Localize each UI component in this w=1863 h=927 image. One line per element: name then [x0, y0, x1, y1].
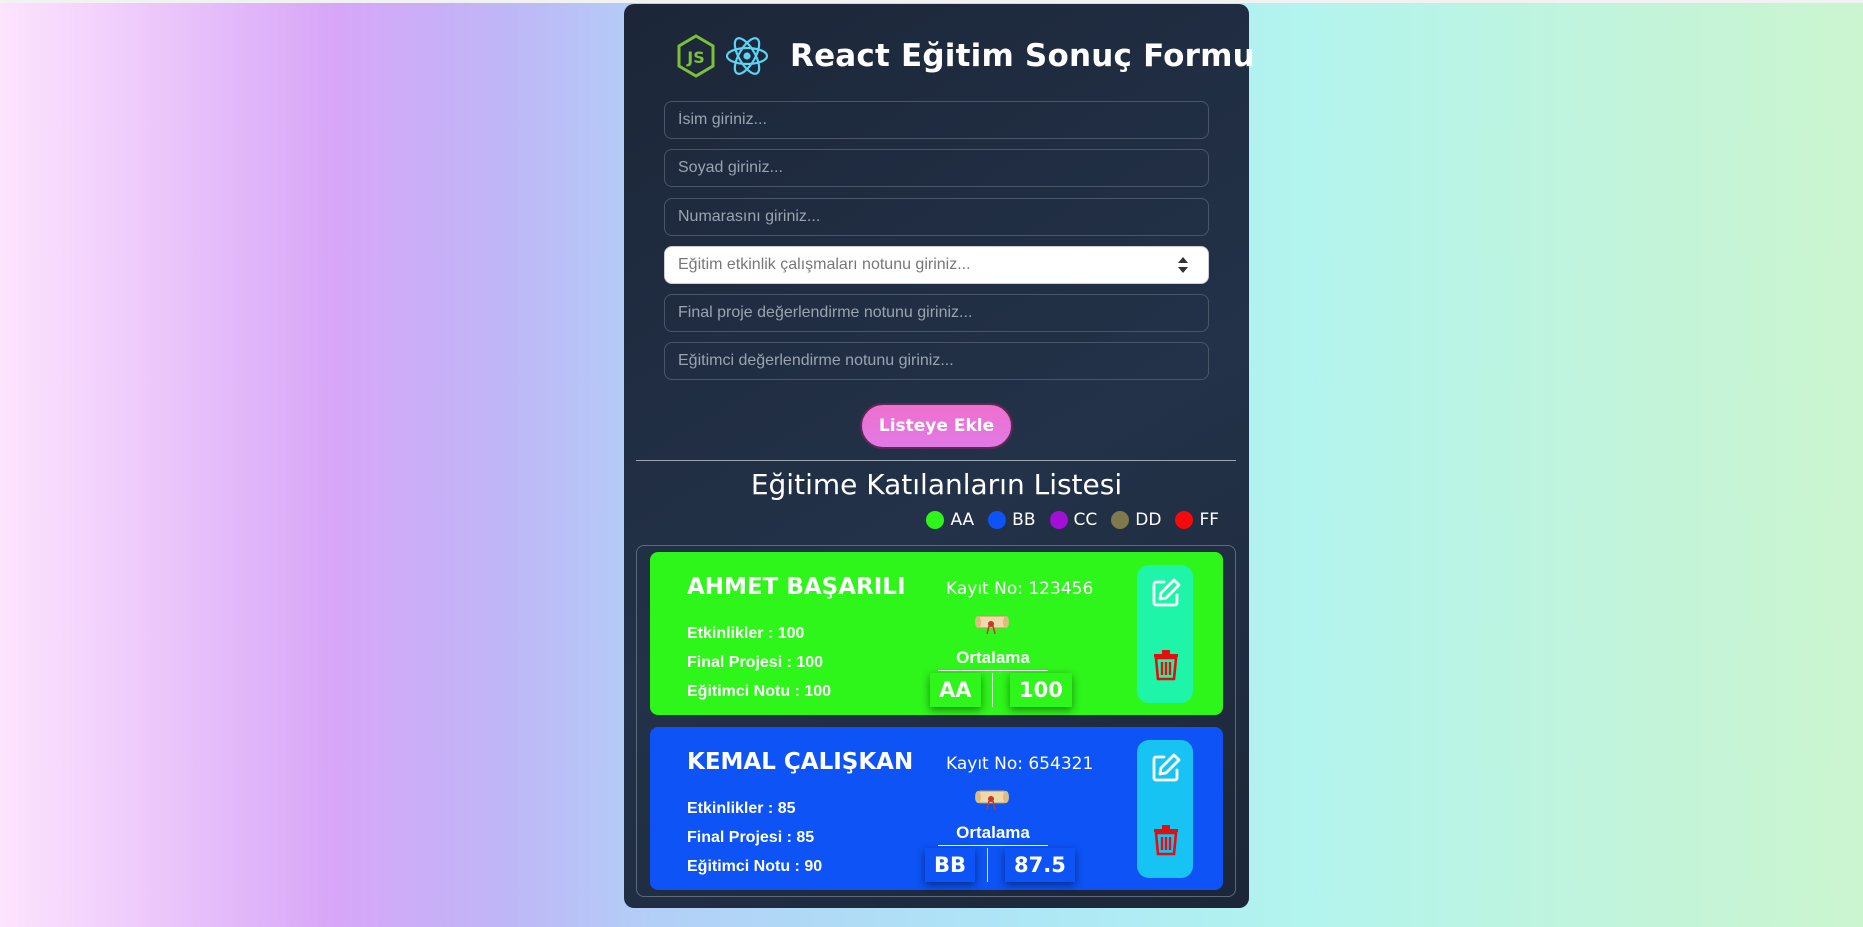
- trash-icon[interactable]: [1152, 824, 1180, 856]
- average-label: Ortalama: [938, 823, 1048, 846]
- instructor-score: Eğitimci Notu : 90: [687, 858, 823, 875]
- student-name: AHMET BAŞARILI: [687, 574, 906, 600]
- legend-label: AA: [950, 510, 975, 530]
- student-card: KEMAL ÇALIŞKAN Etkinlikler : 85 Final Pr…: [650, 727, 1223, 890]
- final-project-score: Final Projesi : 100: [687, 654, 824, 671]
- student-name: KEMAL ÇALIŞKAN: [687, 749, 914, 775]
- student-card: AHMET BAŞARILI Etkinlikler : 100 Final P…: [650, 552, 1223, 715]
- letter-grade-badge: BB: [925, 848, 976, 882]
- legend-dot: [1049, 511, 1068, 529]
- page-header: JS React Eğitim Sonuç Formu: [676, 32, 1255, 80]
- first-name-input[interactable]: [664, 101, 1209, 139]
- logo-group: JS: [676, 34, 770, 78]
- legend-dot: [926, 511, 945, 529]
- add-to-list-button[interactable]: Listeye Ekle: [860, 403, 1013, 449]
- edit-icon[interactable]: [1150, 577, 1182, 609]
- page-title: React Eğitim Sonuç Formu: [790, 38, 1255, 74]
- form-panel: JS React Eğitim Sonuç Formu Listeye Ekle…: [624, 4, 1255, 908]
- average-score-badge: 100: [1010, 673, 1072, 707]
- activities-score: Etkinlikler : 85: [687, 800, 796, 817]
- legend-item-dd: DD: [1111, 510, 1161, 530]
- edit-icon[interactable]: [1150, 752, 1182, 784]
- instructor-score: Eğitimci Notu : 100: [687, 683, 832, 700]
- legend-dot: [988, 511, 1007, 529]
- svg-text:JS: JS: [686, 48, 704, 67]
- nodejs-icon: JS: [677, 34, 715, 78]
- legend-dot: [1111, 511, 1130, 529]
- activities-score: Etkinlikler : 100: [687, 625, 805, 642]
- list-title: Eğitime Katılanların Listesi: [750, 468, 1123, 501]
- legend-label: BB: [1012, 510, 1036, 530]
- legend-item-aa: AA: [926, 510, 974, 530]
- legend-item-bb: BB: [988, 510, 1036, 530]
- registration-number: Kayıt No: 123456: [946, 579, 1094, 599]
- section-divider: [636, 460, 1236, 461]
- registration-number: Kayıt No: 654321: [946, 754, 1094, 774]
- grade-legend: AA BB CC DD FF: [926, 510, 1219, 530]
- legend-item-ff: FF: [1175, 510, 1219, 530]
- student-number-input[interactable]: [664, 198, 1209, 236]
- instructor-grade-input[interactable]: [664, 342, 1209, 380]
- student-list[interactable]: AHMET BAŞARILI Etkinlikler : 100 Final P…: [636, 545, 1236, 897]
- letter-grade-badge: AA: [930, 673, 981, 707]
- legend-label: FF: [1199, 510, 1219, 530]
- legend-label: DD: [1135, 510, 1162, 530]
- diploma-icon: [975, 615, 1009, 635]
- react-icon: [725, 37, 769, 75]
- average-label: Ortalama: [938, 648, 1048, 671]
- diploma-icon: [975, 790, 1009, 810]
- trash-icon[interactable]: [1152, 649, 1180, 681]
- activities-grade-input[interactable]: [664, 246, 1209, 284]
- grade-separator: [987, 848, 988, 882]
- legend-label: CC: [1073, 510, 1098, 530]
- last-name-input[interactable]: [664, 149, 1209, 187]
- card-actions: [1137, 565, 1193, 703]
- number-spinner-icon[interactable]: [1177, 254, 1189, 276]
- browser-top-border: [0, 0, 1863, 3]
- average-score-badge: 87.5: [1005, 848, 1075, 882]
- card-actions: [1137, 740, 1193, 878]
- legend-dot: [1175, 511, 1194, 529]
- activities-field-wrapper: [624, 246, 1249, 284]
- legend-item-cc: CC: [1049, 510, 1098, 530]
- grade-separator: [992, 673, 993, 707]
- final-project-grade-input[interactable]: [664, 294, 1209, 332]
- final-project-score: Final Projesi : 85: [687, 829, 815, 846]
